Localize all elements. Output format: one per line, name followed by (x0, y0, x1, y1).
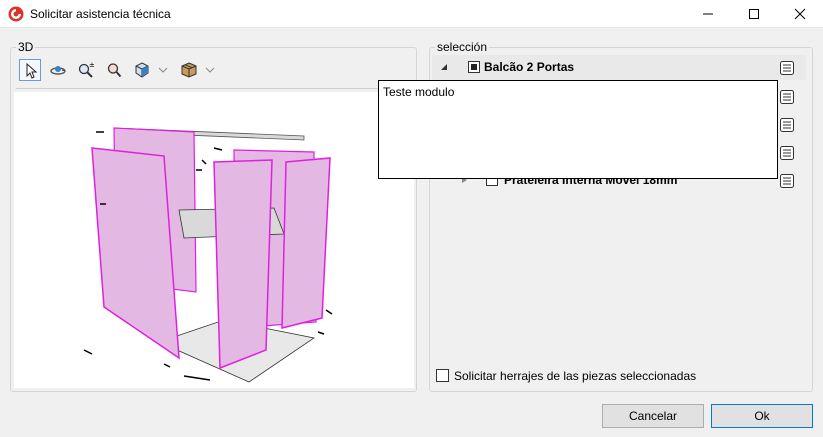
cabinet-model-render (83, 127, 333, 383)
close-button[interactable] (777, 0, 823, 28)
panel-3d-label: 3D (16, 40, 36, 54)
app-logo-icon (8, 6, 24, 22)
minimize-icon (703, 13, 713, 15)
tooltip-text: Teste modulo (383, 85, 455, 99)
zoom-window-tool-button[interactable] (103, 59, 125, 81)
chevron-down-icon[interactable] (158, 66, 168, 74)
view-cube-tool-button[interactable] (131, 59, 153, 81)
list-menu-icon[interactable] (779, 145, 795, 161)
maximize-button[interactable] (731, 0, 777, 28)
title-bar: Solicitar asistencia técnica (0, 0, 823, 28)
expand-triangle-icon[interactable] (440, 63, 448, 71)
tree-item-balcao[interactable]: Balcão 2 Portas (432, 55, 806, 80)
minimize-button[interactable] (685, 0, 731, 28)
ok-button[interactable]: Ok (711, 404, 813, 428)
request-hardware-checkbox[interactable] (436, 369, 449, 382)
3d-viewport[interactable] (14, 92, 414, 388)
toolbar-separator (16, 88, 413, 89)
request-hardware-label[interactable]: Solicitar herrajes de las piezas selecci… (454, 369, 696, 383)
maximize-icon (749, 9, 759, 19)
box-render-icon (181, 62, 197, 78)
select-tool-button[interactable] (19, 59, 41, 81)
orbit-icon (50, 66, 66, 75)
view-cube-icon (135, 62, 149, 78)
tree-item-label: Balcão 2 Portas (484, 60, 575, 74)
svg-text:±: ± (89, 62, 94, 69)
zoom-window-icon (107, 63, 122, 78)
orbit-tool-button[interactable] (47, 59, 69, 81)
list-menu-icon[interactable] (779, 60, 795, 76)
list-menu-icon[interactable] (779, 89, 795, 105)
window-title: Solicitar asistencia técnica (30, 7, 171, 21)
tooltip-popup: Teste modulo (378, 80, 778, 179)
close-icon (794, 8, 806, 20)
tree-item-checkbox[interactable] (468, 61, 480, 73)
cancel-button[interactable]: Cancelar (602, 404, 704, 428)
chevron-down-icon[interactable] (205, 66, 215, 74)
panel-selection-label: selección (435, 40, 490, 54)
zoom-tool-button[interactable]: ± (75, 59, 97, 81)
render-mode-tool-button[interactable] (178, 59, 200, 81)
list-menu-icon[interactable] (779, 173, 795, 189)
cursor-arrow-icon (26, 63, 38, 79)
zoom-plus-minus-icon: ± (78, 62, 94, 78)
list-menu-icon[interactable] (779, 117, 795, 133)
